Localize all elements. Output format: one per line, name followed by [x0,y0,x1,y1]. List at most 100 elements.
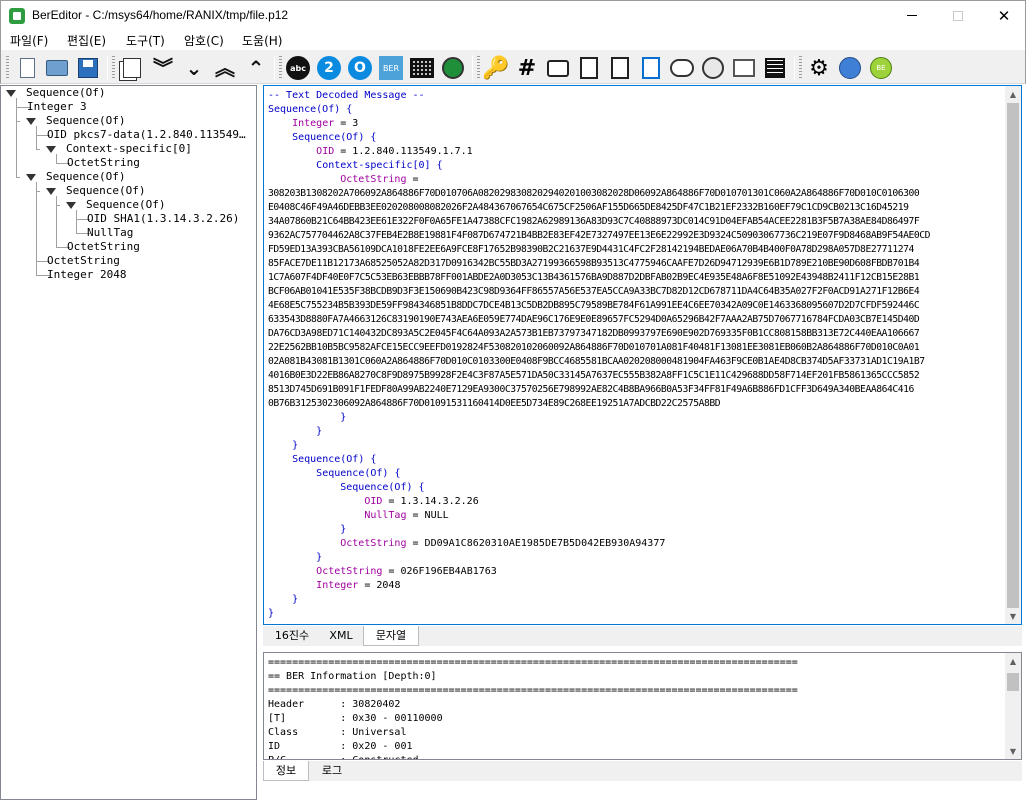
scroll-down-icon[interactable]: ▼ [1005,743,1021,759]
code-line: } [268,523,1006,537]
hash-button[interactable]: # [514,55,540,81]
new-button[interactable] [14,55,40,81]
tree-node[interactable]: OctetString [67,240,140,254]
tree-node[interactable]: Sequence(Of) [46,114,125,128]
tab-info[interactable]: 정보 [263,761,309,781]
menu-file[interactable]: 파일(F) [10,32,48,49]
open-button[interactable] [44,55,70,81]
scroll-up-icon[interactable]: ▲ [1005,86,1021,102]
tree-node[interactable]: OID pkcs7-data(1.2.840.113549… [47,128,246,142]
tree-expand-icon[interactable] [26,118,36,125]
ber-button[interactable]: BER [378,55,404,81]
menu-crypto[interactable]: 암호(C) [184,32,224,49]
page-button[interactable] [576,55,602,81]
expand-all-button[interactable]: ︾ [150,55,176,81]
list-button[interactable] [762,55,788,81]
header-comment: -- Text Decoded Message -- [268,90,425,101]
tree-node[interactable]: Sequence(Of) [66,184,145,198]
form-button[interactable] [638,55,664,81]
tree-expand-icon[interactable] [6,90,16,97]
web-button[interactable] [837,55,863,81]
tree-node[interactable]: Sequence(Of) [26,86,105,100]
decoded-text[interactable]: -- Text Decoded Message -- Sequence(Of) {… [268,89,1006,621]
tree-connector [56,154,57,163]
code-value: = [406,174,419,185]
octet-hex-line: 4E68E5C755234B5B393DE59FF984346851B8DDC7… [268,300,920,311]
save-button[interactable] [75,55,101,81]
collapse-button[interactable]: ⌃ [243,55,269,81]
book-button[interactable] [731,55,757,81]
open-folder-icon [46,60,68,76]
menu-tools[interactable]: 도구(T) [126,32,165,49]
menu-edit[interactable]: 편집(E) [67,32,106,49]
toolbar: ︾ ⌄ ︽ ⌃ abc 2 O BER 🔑 # ⚙ BE [0,50,1026,84]
gear-icon: ⚙ [809,55,829,81]
text-decoded-view[interactable]: -- Text Decoded Message -- Sequence(Of) {… [263,85,1022,625]
tree-node[interactable]: OctetString [67,156,140,170]
code-value: = 026F196EB4AB1763 [382,566,497,577]
handshake-button[interactable] [669,55,695,81]
info-scrollbar[interactable]: ▲ ▼ [1005,653,1021,759]
message-button[interactable] [545,55,571,81]
sign-button[interactable] [607,55,633,81]
tab-log[interactable]: 로그 [311,761,353,781]
toolbar-separator [107,55,108,81]
code-field: Integer [292,118,335,129]
message-icon [547,59,569,77]
tree-node[interactable]: OID SHA1(1.3.14.3.2.26) [87,212,239,226]
decode-button[interactable]: abc [285,55,311,81]
menu-help[interactable]: 도움(H) [242,32,282,49]
toolbar-grip[interactable] [6,56,9,80]
tab-text[interactable]: 문자열 [363,626,419,646]
tree-node[interactable]: Sequence(Of) [86,198,165,212]
hex-button[interactable]: 2 [316,55,342,81]
toolbar-grip[interactable] [112,56,115,80]
tree-node[interactable]: NullTag [87,226,133,240]
ber-tree[interactable]: Sequence(Of) Integer 3 Sequence(Of) OID pkc… [0,85,257,800]
code-line: } [268,551,1006,565]
minimize-button[interactable] [889,1,935,30]
code-line: OctetString = DD09A1C8620310AE1985DE7B5D… [268,537,1006,551]
tree-node[interactable]: Context-specific[0] [66,142,192,156]
scroll-thumb[interactable] [1007,103,1019,608]
scroll-down-icon[interactable]: ▼ [1005,608,1021,624]
binary-button[interactable] [409,55,435,81]
vertical-scrollbar[interactable]: ▲ ▼ [1005,86,1021,624]
network-button[interactable] [440,55,466,81]
code-type: Sequence(Of) { [316,468,401,479]
tree-node[interactable]: Integer 2048 [47,268,126,282]
toolbar-grip[interactable] [799,56,802,80]
code-line: Context-specific[0] { [268,159,1006,173]
globe-blue-icon [839,57,861,79]
tree-expand-icon[interactable] [46,188,56,195]
scroll-thumb[interactable] [1007,673,1019,691]
minimize-icon [907,15,917,16]
tree-expand-icon[interactable] [46,146,56,153]
info-panel[interactable]: ========================================… [263,652,1022,760]
tab-xml[interactable]: XML [319,626,363,646]
be-button[interactable]: BE [868,55,894,81]
base64-button[interactable]: O [347,55,373,81]
tree-node[interactable]: Sequence(Of) [46,170,125,184]
maximize-button[interactable] [935,1,981,30]
key-button[interactable]: 🔑 [482,55,509,81]
code-line: Sequence(Of) { [268,131,1006,145]
tree-node[interactable]: OctetString [47,254,120,268]
toolbar-grip[interactable] [477,56,480,80]
tree-node[interactable]: Integer 3 [27,100,87,114]
info-line: Class : Universal [268,727,407,738]
close-button[interactable]: ✕ [981,1,1026,30]
scroll-up-icon[interactable]: ▲ [1005,653,1021,669]
settings-button[interactable]: ⚙ [806,55,832,81]
octet-hex-line: 308203B1308202A706092A864886F70D010706A0… [268,188,920,199]
toolbar-separator [472,55,473,81]
copy-button[interactable] [119,55,145,81]
tree-expand-icon[interactable] [66,202,76,209]
cms-button[interactable] [700,55,726,81]
collapse-all-button[interactable]: ︽ [212,55,238,81]
toolbar-grip[interactable] [279,56,282,80]
expand-button[interactable]: ⌄ [181,55,207,81]
save-icon [78,58,98,78]
tree-expand-icon[interactable] [26,174,36,181]
tab-hex[interactable]: 16진수 [266,626,318,646]
